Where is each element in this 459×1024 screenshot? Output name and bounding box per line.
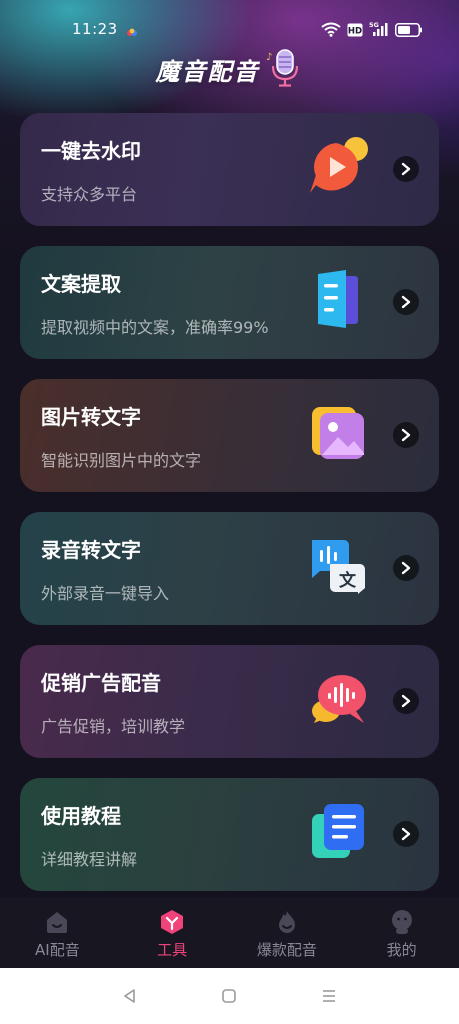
card-title: 图片转文字 bbox=[41, 405, 141, 429]
card-arrow-button[interactable] bbox=[393, 821, 419, 847]
card-arrow-button[interactable] bbox=[393, 422, 419, 448]
hd-badge-text: HD bbox=[348, 26, 362, 36]
card-title: 文案提取 bbox=[41, 272, 121, 296]
card-subtitle: 智能识别图片中的文字 bbox=[41, 451, 202, 470]
card-arrow-button[interactable] bbox=[393, 555, 419, 581]
hd-icon: HD bbox=[347, 22, 363, 41]
svg-text:♪: ♪ bbox=[266, 52, 272, 63]
audio-translate-icon: 文 bbox=[306, 534, 370, 598]
card-subtitle: 提取视频中的文案，准确率99% bbox=[41, 318, 269, 337]
card-subtitle: 外部录音一键导入 bbox=[41, 584, 170, 603]
card-title: 录音转文字 bbox=[41, 538, 141, 562]
card-title: 使用教程 bbox=[41, 804, 121, 828]
tab-tools[interactable]: 工具 bbox=[115, 897, 230, 968]
home-icon[interactable] bbox=[219, 986, 239, 1006]
card-arrow-button[interactable] bbox=[393, 688, 419, 714]
card-title: 一键去水印 bbox=[41, 139, 141, 163]
app-notification-icon bbox=[126, 24, 138, 36]
tutorial-doc-icon bbox=[306, 800, 370, 864]
tab-profile[interactable]: 我的 bbox=[344, 897, 459, 968]
microphone-icon: ♪ bbox=[264, 46, 304, 92]
house-icon bbox=[44, 909, 70, 935]
tab-label: 工具 bbox=[157, 941, 188, 959]
fire-icon bbox=[274, 909, 300, 935]
tab-label: 爆款配音 bbox=[256, 941, 317, 959]
tab-label: 我的 bbox=[386, 941, 417, 959]
network-type-text: 5G bbox=[369, 21, 379, 29]
bottom-tab-bar: AI配音 工具 爆款配音 我的 bbox=[0, 897, 459, 968]
card-title: 促销广告配音 bbox=[41, 671, 161, 695]
card-remove-watermark[interactable]: 一键去水印 支持众多平台 bbox=[20, 113, 439, 226]
card-promo-dubbing[interactable]: 促销广告配音 广告促销，培训教学 bbox=[20, 645, 439, 758]
card-subtitle: 详细教程讲解 bbox=[41, 850, 138, 869]
image-icon bbox=[306, 401, 370, 465]
document-extract-icon bbox=[306, 268, 370, 332]
page-title: 魔音配音 bbox=[155, 57, 260, 86]
card-text-extract[interactable]: 文案提取 提取视频中的文案，准确率99% bbox=[20, 246, 439, 359]
card-audio-to-text[interactable]: 录音转文字 外部录音一键导入 文 bbox=[20, 512, 439, 625]
tab-label: AI配音 bbox=[35, 941, 80, 959]
battery-icon bbox=[395, 22, 423, 41]
voice-bubble-icon bbox=[306, 667, 370, 731]
status-time: 11:23 bbox=[72, 20, 118, 38]
menu-icon[interactable] bbox=[319, 986, 339, 1006]
card-subtitle: 广告促销，培训教学 bbox=[41, 717, 186, 736]
tab-ai-dubbing[interactable]: AI配音 bbox=[0, 897, 115, 968]
svg-text:文: 文 bbox=[339, 570, 357, 591]
system-nav-bar bbox=[0, 968, 459, 1024]
wifi-icon bbox=[321, 22, 341, 41]
tools-icon bbox=[159, 909, 185, 935]
card-arrow-button[interactable] bbox=[393, 156, 419, 182]
card-tutorial[interactable]: 使用教程 详细教程讲解 bbox=[20, 778, 439, 891]
card-arrow-button[interactable] bbox=[393, 289, 419, 315]
profile-icon bbox=[389, 909, 415, 935]
play-bubble-icon bbox=[306, 135, 370, 199]
signal-5g-icon: 5G bbox=[369, 21, 389, 41]
tab-hot-dubbing[interactable]: 爆款配音 bbox=[230, 897, 345, 968]
card-subtitle: 支持众多平台 bbox=[41, 185, 138, 204]
card-image-to-text[interactable]: 图片转文字 智能识别图片中的文字 bbox=[20, 379, 439, 492]
back-icon[interactable] bbox=[120, 986, 140, 1006]
app-header: 魔音配音 ♪ bbox=[0, 46, 459, 92]
